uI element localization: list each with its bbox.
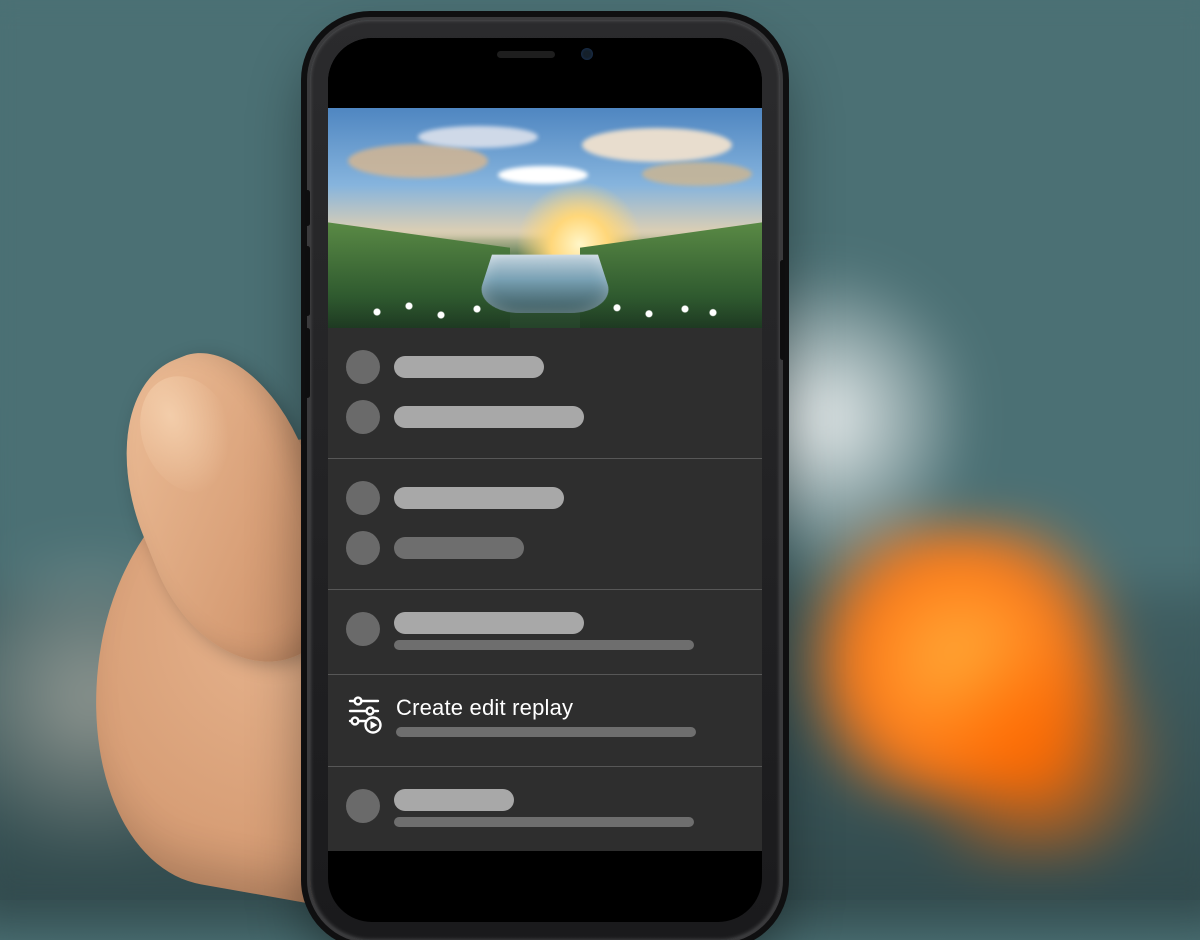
placeholder-circle-icon (346, 350, 380, 384)
placeholder-sublabel (394, 640, 694, 650)
hero-image (328, 108, 762, 328)
menu-item[interactable] (346, 342, 744, 392)
menu-group (328, 590, 762, 675)
placeholder-circle-icon (346, 481, 380, 515)
speaker-icon (497, 51, 555, 58)
placeholder-circle-icon (346, 400, 380, 434)
placeholder-label (394, 612, 584, 634)
share-menu-panel: Create edit replay (328, 328, 762, 851)
menu-item[interactable] (346, 392, 744, 442)
menu-group (328, 767, 762, 851)
placeholder-label (394, 487, 564, 509)
placeholder-circle-icon (346, 531, 380, 565)
placeholder-label (394, 537, 524, 559)
menu-group: Create edit replay (328, 675, 762, 767)
menu-item[interactable] (346, 604, 744, 658)
sliders-play-icon (346, 695, 382, 740)
placeholder-label (394, 356, 544, 378)
placeholder-circle-icon (346, 789, 380, 823)
placeholder-label (394, 789, 514, 811)
menu-item[interactable] (346, 781, 744, 835)
menu-item[interactable] (346, 473, 744, 523)
menu-group (328, 459, 762, 590)
placeholder-sublabel (394, 817, 694, 827)
phone-notch (440, 38, 650, 70)
placeholder-label (394, 406, 584, 428)
create-edit-replay-item[interactable]: Create edit replay (346, 689, 744, 750)
create-edit-replay-label: Create edit replay (396, 695, 744, 721)
phone-screen: Create edit replay (328, 38, 762, 922)
menu-group (328, 328, 762, 459)
phone-frame: Create edit replay (310, 20, 780, 940)
placeholder-sublabel (396, 727, 696, 737)
menu-item[interactable] (346, 523, 744, 573)
placeholder-circle-icon (346, 612, 380, 646)
front-camera-icon (581, 48, 593, 60)
